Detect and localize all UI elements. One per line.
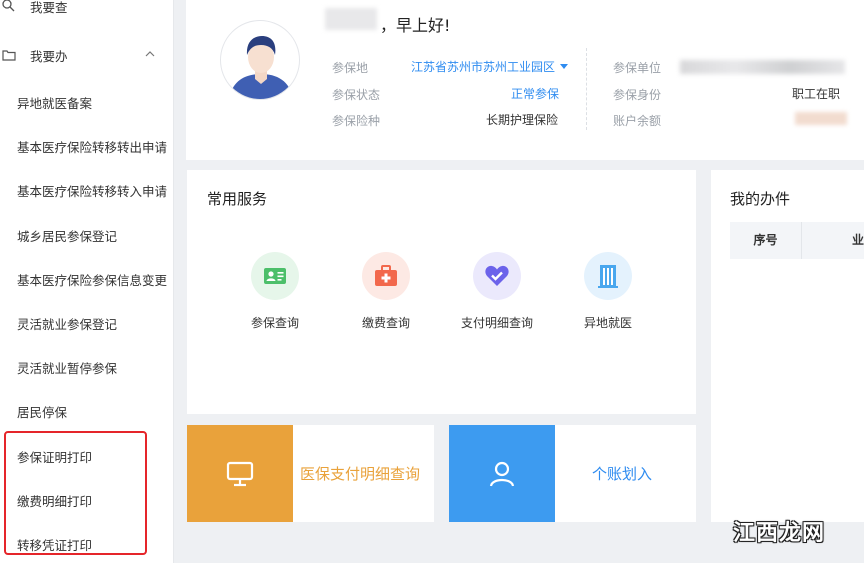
insured-status-label: 参保状态	[332, 88, 381, 102]
sidebar: 我要查 我要办 异地就医备案 基本医疗保险转移转出申请 基本医疗保险转移转入申请…	[0, 0, 174, 563]
sidebar-item-remote-medical-filing[interactable]: 异地就医备案	[0, 82, 173, 122]
service-label: 参保查询	[250, 316, 299, 330]
tile-account-transfer[interactable]: 个账划入	[449, 425, 696, 522]
tile-payment-detail-query[interactable]: 医保支付明细查询	[187, 425, 434, 522]
user-name-blurred	[325, 8, 377, 30]
insurance-type-value: 长期护理保险	[486, 113, 559, 127]
sidebar-item-label: 基本医疗保险转移转入申请	[17, 183, 168, 199]
divider	[586, 48, 587, 130]
highlight-box	[4, 431, 147, 555]
sidebar-item-flexible-registration[interactable]: 灵活就业参保登记	[0, 303, 173, 343]
sidebar-item-label: 基本医疗保险参保信息变更	[17, 272, 168, 288]
sidebar-item-label: 灵活就业暂停参保	[17, 360, 118, 376]
column-header: 序号	[730, 222, 802, 259]
user-icon	[449, 425, 555, 522]
medical-kit-icon	[362, 252, 410, 300]
building-icon	[584, 252, 632, 300]
insurance-type-label: 参保险种	[332, 114, 381, 128]
service-insurance-query[interactable]: 参保查询	[225, 252, 325, 331]
service-label: 支付明细查询	[460, 316, 533, 330]
sidebar-item-transfer-out[interactable]: 基本医疗保险转移转出申请	[0, 126, 173, 166]
sidebar-item-info-change[interactable]: 基本医疗保险参保信息变更	[0, 259, 173, 299]
account-balance-value-blurred	[795, 112, 847, 125]
service-remote-medical[interactable]: 异地就医	[558, 252, 658, 331]
sidebar-item-transfer-in[interactable]: 基本医疗保险转移转入申请	[0, 170, 173, 210]
insured-status-value: 正常参保	[511, 87, 560, 101]
heart-check-icon	[473, 252, 521, 300]
caret-down-icon	[560, 64, 569, 69]
service-label: 缴费查询	[361, 316, 410, 330]
chevron-up-icon	[145, 51, 155, 57]
insured-place-label: 参保地	[332, 61, 369, 75]
insured-identity-value: 职工在职	[792, 87, 841, 101]
common-services-title: 常用服务	[207, 190, 268, 208]
service-payment-detail-query[interactable]: 支付明细查询	[447, 252, 547, 331]
monitor-icon	[187, 425, 293, 522]
user-avatar-icon	[229, 36, 293, 99]
greeting-text: ，早上好!	[380, 16, 451, 35]
sidebar-item-label: 基本医疗保险转移转出申请	[17, 139, 168, 155]
insured-unit-value-blurred	[680, 60, 845, 74]
sidebar-item-flexible-suspend[interactable]: 灵活就业暂停参保	[0, 347, 173, 387]
account-balance-label: 账户余额	[613, 114, 662, 128]
sidebar-item-label: 居民停保	[17, 404, 68, 420]
my-tasks-title: 我的办件	[730, 190, 791, 208]
tile-label: 个账划入	[592, 465, 653, 483]
sidebar-item-resident-stop[interactable]: 居民停保	[0, 391, 173, 431]
id-card-icon	[251, 252, 299, 300]
sidebar-item-label: 我要查	[30, 0, 68, 15]
insured-identity-label: 参保身份	[613, 88, 662, 102]
service-label: 异地就医	[583, 316, 632, 330]
column-header: 业	[851, 233, 864, 247]
insured-place-value: 江苏省苏州市苏州工业园区	[411, 60, 556, 74]
tasks-table-header: 序号 业	[730, 222, 864, 259]
folder-icon	[2, 50, 16, 61]
tile-label: 医保支付明细查询	[300, 465, 421, 483]
sidebar-item-label: 灵活就业参保登记	[17, 316, 118, 332]
sidebar-item-label: 城乡居民参保登记	[17, 228, 118, 244]
insured-place-select[interactable]: 江苏省苏州市苏州工业园区	[411, 58, 569, 75]
sidebar-item-resident-registration[interactable]: 城乡居民参保登记	[0, 215, 173, 255]
insured-unit-label: 参保单位	[613, 61, 662, 75]
sidebar-group-todo[interactable]: 我要办	[0, 35, 173, 75]
sidebar-item-label: 异地就医备案	[17, 95, 93, 111]
search-icon	[2, 0, 15, 12]
watermark: 江西龙网	[732, 521, 825, 546]
avatar	[220, 20, 300, 100]
service-payment-query[interactable]: 缴费查询	[336, 252, 436, 331]
sidebar-group-label: 我要办	[30, 48, 68, 64]
sidebar-item-query[interactable]: 我要查	[0, 0, 173, 26]
